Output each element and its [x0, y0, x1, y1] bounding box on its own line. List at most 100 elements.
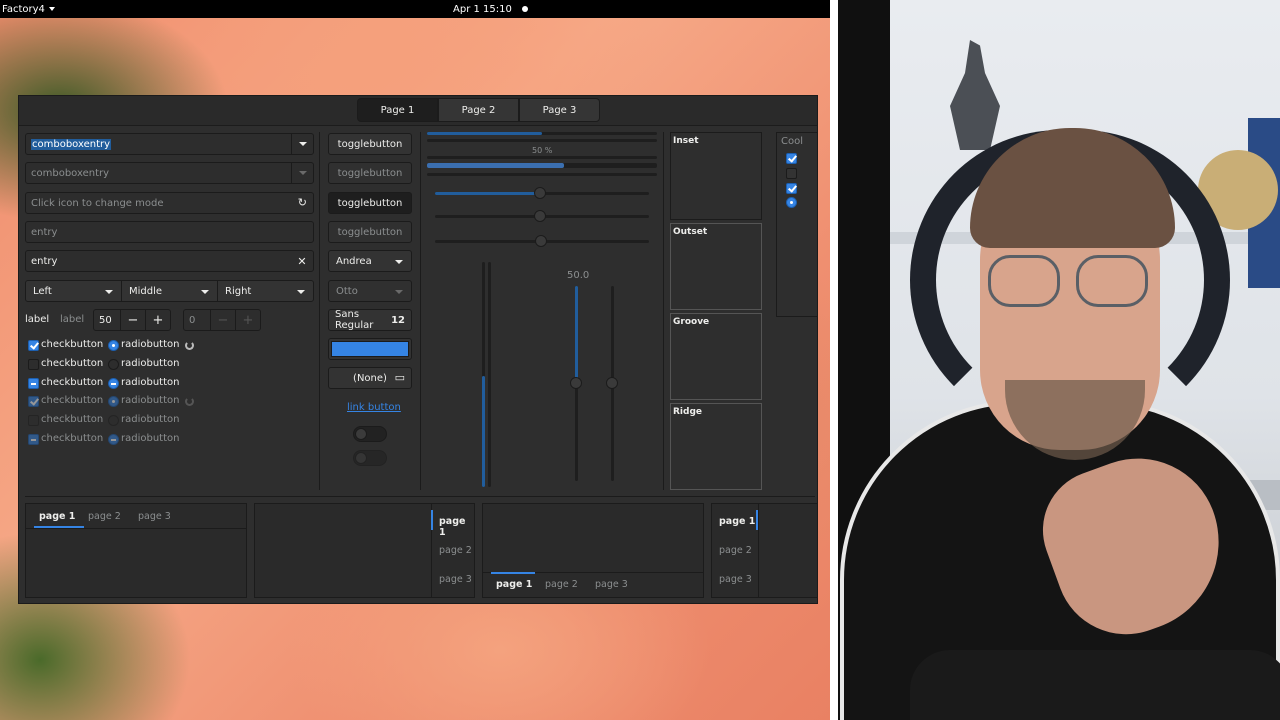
- radiobutton-selected[interactable]: [108, 340, 119, 351]
- frame-title: Inset: [673, 136, 699, 146]
- combo-otto-label: Otto: [336, 285, 358, 297]
- font-button[interactable]: Sans Regular 12: [328, 309, 412, 331]
- switch-knob: [355, 452, 367, 464]
- tab-page-3[interactable]: Page 3: [519, 98, 600, 122]
- combo-andrea-label: Andrea: [336, 255, 372, 267]
- plus-icon[interactable]: +: [145, 310, 170, 330]
- file-chooser-button[interactable]: (None) ▭: [328, 367, 412, 389]
- togglebutton-label: togglebutton: [337, 167, 403, 179]
- clear-button[interactable]: ✕: [291, 251, 313, 271]
- comboboxentry-field[interactable]: comboboxentry: [25, 133, 314, 155]
- checkbutton-label: checkbutton: [41, 377, 104, 388]
- vertical-scale-2-slider[interactable]: [606, 377, 618, 389]
- combo-left-label: Left: [33, 285, 52, 297]
- treeview-radio[interactable]: [786, 197, 797, 208]
- checkbutton-checked[interactable]: [28, 340, 39, 351]
- radiobutton-label: radiobutton: [121, 339, 180, 350]
- togglebutton[interactable]: togglebutton: [328, 133, 412, 155]
- app-menu-label: Factory4: [2, 3, 45, 15]
- color-button[interactable]: [328, 338, 412, 360]
- comboboxentry-dropdown-button[interactable]: [291, 134, 313, 154]
- notebook-tab-page-2[interactable]: page 2: [719, 545, 752, 556]
- radiobutton-label: radiobutton: [121, 358, 180, 369]
- minus-icon[interactable]: −: [120, 310, 145, 330]
- chevron-down-icon: [201, 290, 209, 294]
- entry-field[interactable]: entry ✕: [25, 250, 314, 272]
- frame-ridge: Ridge: [670, 403, 762, 490]
- togglebutton-label: togglebutton: [337, 138, 403, 150]
- tab-page-1[interactable]: Page 1: [357, 98, 438, 122]
- header-bar: Page 1 Page 2 Page 3: [19, 96, 817, 126]
- checkbutton-label: checkbutton: [41, 433, 104, 444]
- scale-1-fill: [435, 192, 540, 195]
- minus-icon: −: [210, 310, 235, 330]
- switch-knob: [355, 428, 367, 440]
- recording-dot-icon: [521, 6, 528, 12]
- notebook-tab-page-3[interactable]: page 3: [595, 579, 628, 590]
- active-tab-indicator: [491, 572, 535, 574]
- switch-off[interactable]: [353, 426, 387, 442]
- notebook-tab-page-2[interactable]: page 2: [439, 545, 472, 556]
- clock-label: Apr 1 15:10: [453, 3, 512, 15]
- column-separator: [420, 132, 421, 490]
- notebook-tab-page-1[interactable]: page 1: [719, 516, 755, 527]
- notebook-tab-page-3[interactable]: page 3: [138, 511, 171, 522]
- refresh-icon[interactable]: ↻: [298, 196, 307, 209]
- folder-icon: ▭: [394, 371, 405, 384]
- notebook-tab-page-2[interactable]: page 2: [88, 511, 121, 522]
- clock[interactable]: Apr 1 15:10: [453, 4, 528, 15]
- notebook-tab-page-3[interactable]: page 3: [719, 574, 752, 585]
- tab-page-2[interactable]: Page 2: [438, 98, 519, 122]
- progress-bar-2: [427, 139, 657, 142]
- radiobutton-selected-disabled: [108, 396, 119, 407]
- togglebutton-active[interactable]: togglebutton: [328, 192, 412, 214]
- frame-title: Outset: [673, 227, 708, 237]
- gtk-widget-factory-window: Page 1 Page 2 Page 3 comboboxentry combo…: [18, 95, 818, 604]
- combo-middle[interactable]: Middle: [121, 280, 218, 302]
- combo-andrea[interactable]: Andrea: [328, 250, 412, 272]
- top-bar: Factory4 Apr 1 15:10: [0, 0, 830, 18]
- treeview-check[interactable]: [786, 183, 797, 194]
- activities-menu[interactable]: Factory4: [0, 4, 55, 15]
- notebook-tab-page-1[interactable]: page 1: [496, 579, 532, 590]
- checkbutton-unchecked[interactable]: [28, 359, 39, 370]
- radiobutton-unselected[interactable]: [108, 359, 119, 370]
- treeview-check[interactable]: [786, 168, 797, 179]
- close-icon: ✕: [297, 254, 307, 268]
- combo-left[interactable]: Left: [25, 280, 122, 302]
- notebook-tab-page-1[interactable]: page 1: [39, 511, 75, 522]
- treeview-header: Cool: [781, 136, 803, 147]
- font-size: 12: [391, 314, 405, 326]
- notebook-tab-page-3[interactable]: page 3: [439, 574, 472, 585]
- combo-right[interactable]: Right: [217, 280, 314, 302]
- progress-bar-3: [427, 156, 657, 159]
- link-button[interactable]: link button: [347, 402, 401, 413]
- treeview-check[interactable]: [786, 153, 797, 164]
- progress-fill-1: [427, 132, 542, 135]
- color-swatch: [331, 341, 409, 357]
- scale-1-slider[interactable]: [534, 187, 546, 199]
- notebook-tab-page-2[interactable]: page 2: [545, 579, 578, 590]
- entry-placeholder-field[interactable]: entry: [25, 221, 314, 243]
- combo-middle-label: Middle: [129, 285, 163, 297]
- notebook-tab-page-1[interactable]: page 1: [439, 516, 474, 538]
- scale-3-slider[interactable]: [535, 235, 547, 247]
- entry-placeholder: entry: [31, 226, 58, 238]
- radiobutton-label: radiobutton: [121, 395, 180, 406]
- chevron-down-icon: [298, 171, 307, 175]
- radiobutton-mixed[interactable]: [108, 378, 119, 389]
- chevron-down-icon: [395, 290, 403, 294]
- spin-button-disabled: 0 − +: [183, 309, 261, 331]
- chevron-down-icon: [297, 290, 305, 294]
- entry-value: entry: [31, 255, 58, 267]
- checkbutton-mixed[interactable]: [28, 378, 39, 389]
- spinner-icon: [185, 397, 194, 406]
- vertical-scale-1-slider[interactable]: [570, 377, 582, 389]
- label-disabled: label: [60, 314, 85, 325]
- togglebutton-label: togglebutton: [337, 226, 403, 238]
- mode-entry[interactable]: Click icon to change mode ↻: [25, 192, 314, 214]
- scale-2-slider[interactable]: [534, 210, 546, 222]
- radiobutton-mixed-disabled: [108, 434, 119, 445]
- spin-button[interactable]: 50 − +: [93, 309, 171, 331]
- comboboxentry-disabled-field: comboboxentry: [25, 162, 314, 184]
